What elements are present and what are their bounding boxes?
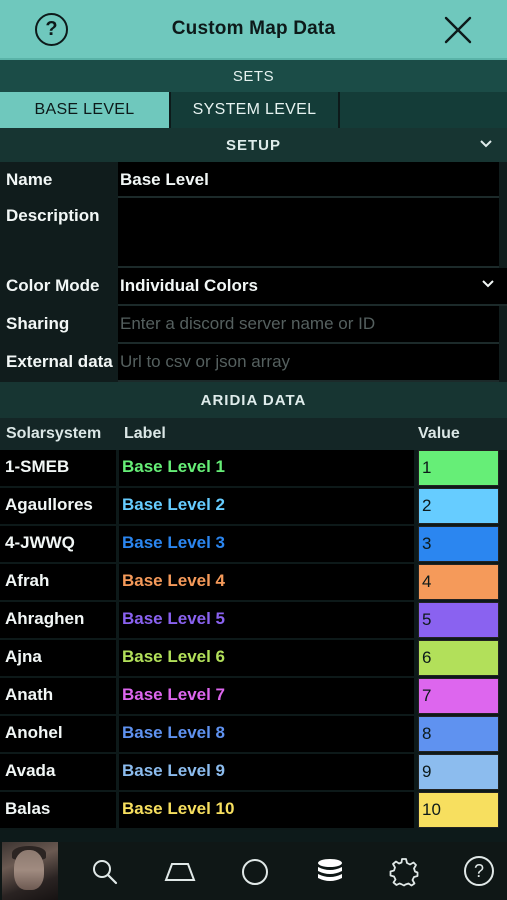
table-row[interactable]: Agaullores Base Level 22 xyxy=(0,488,507,526)
table-row[interactable]: Avada Base Level 99 xyxy=(0,754,507,792)
header-bar: ? Custom Map Data xyxy=(0,0,507,58)
set-tabs: BASE LEVEL SYSTEM LEVEL xyxy=(0,92,507,128)
label-cell[interactable]: Base Level 6 xyxy=(119,640,414,676)
value-cell[interactable]: 3 xyxy=(418,526,499,562)
data-section-header: ARIDIA DATA xyxy=(0,382,507,418)
circle-icon[interactable] xyxy=(240,857,270,887)
color-mode-label: Color Mode xyxy=(6,276,100,295)
value-cell[interactable]: 8 xyxy=(418,716,499,752)
data-table: 1-SMEB Base Level 1 1 Agaullores Base Level … xyxy=(0,450,507,830)
external-data-input[interactable]: Url to csv or json array xyxy=(118,344,499,382)
label-cell[interactable]: Base Level 8 xyxy=(119,716,414,752)
settings-gear-icon[interactable] xyxy=(389,857,419,887)
help-button[interactable]: ? xyxy=(35,13,68,46)
close-icon[interactable] xyxy=(442,14,474,46)
solarsystem-cell: 1-SMEB xyxy=(0,450,116,486)
solarsystem-cell: Avada xyxy=(0,754,116,790)
color-mode-row: Color Mode Individual Colors xyxy=(0,268,507,306)
label-cell[interactable]: Base Level 9 xyxy=(119,754,414,790)
chevron-down-icon[interactable] xyxy=(479,137,493,151)
search-icon[interactable] xyxy=(90,857,120,887)
avatar[interactable] xyxy=(2,842,58,900)
chevron-down-icon xyxy=(482,280,494,288)
description-label: Description xyxy=(6,206,100,225)
tab-system-level[interactable]: SYSTEM LEVEL xyxy=(171,92,340,128)
map-view-icon[interactable] xyxy=(164,857,196,887)
description-row: Description xyxy=(0,198,507,268)
table-row[interactable]: Afrah Base Level 44 xyxy=(0,564,507,602)
database-icon[interactable] xyxy=(315,857,345,887)
help-icon: ? xyxy=(45,18,58,40)
color-mode-select[interactable]: Individual Colors xyxy=(118,268,507,306)
label-cell[interactable]: Base Level 3 xyxy=(119,526,414,562)
sharing-input[interactable]: Enter a discord server name or ID xyxy=(118,306,499,344)
external-data-label: External data xyxy=(6,352,113,371)
value-cell[interactable]: 2 xyxy=(418,488,499,524)
tab-base-level[interactable]: BASE LEVEL xyxy=(0,92,171,128)
value-cell[interactable]: 4 xyxy=(418,564,499,600)
sharing-label: Sharing xyxy=(6,314,70,333)
name-row: Name Base Level xyxy=(0,162,507,198)
table-row[interactable]: Anath Base Level 77 xyxy=(0,678,507,716)
table-row[interactable]: Anohel Base Level 88 xyxy=(0,716,507,754)
table-row[interactable]: 4-JWWQ Base Level 33 xyxy=(0,526,507,564)
solarsystem-cell: Anath xyxy=(0,678,116,714)
page-title: Custom Map Data xyxy=(171,18,336,39)
help-icon[interactable]: ? xyxy=(464,856,494,886)
solarsystem-cell: Ajna xyxy=(0,640,116,676)
table-row[interactable]: Ahraghen Base Level 55 xyxy=(0,602,507,640)
value-cell[interactable]: 10 xyxy=(418,792,499,828)
solarsystem-cell: Anohel xyxy=(0,716,116,752)
color-mode-value: Individual Colors xyxy=(120,276,258,295)
solarsystem-cell: 4-JWWQ xyxy=(0,526,116,562)
label-cell[interactable]: Base Level 10 xyxy=(119,792,414,828)
bottom-navigation: ? xyxy=(0,842,507,900)
table-header: Solarsystem Label Value xyxy=(0,418,507,450)
name-field[interactable]: Base Level xyxy=(118,162,499,198)
table-row[interactable]: Ajna Base Level 66 xyxy=(0,640,507,678)
value-cell[interactable]: 9 xyxy=(418,754,499,790)
label-cell[interactable]: Base Level 7 xyxy=(119,678,414,714)
name-label: Name xyxy=(6,170,53,189)
value-cell[interactable]: 1 xyxy=(418,450,499,486)
value-cell[interactable]: 7 xyxy=(418,678,499,714)
value-cell[interactable]: 5 xyxy=(418,602,499,638)
solarsystem-cell: Balas xyxy=(0,792,116,828)
label-cell[interactable]: Base Level 1 xyxy=(119,450,414,486)
setup-section-header[interactable]: SETUP xyxy=(0,128,507,162)
label-cell[interactable]: Base Level 2 xyxy=(119,488,414,524)
setup-title: SETUP xyxy=(225,136,281,154)
solarsystem-cell: Ahraghen xyxy=(0,602,116,638)
solarsystem-cell: Agaullores xyxy=(0,488,116,524)
tab-empty[interactable] xyxy=(340,92,507,128)
value-cell[interactable]: 6 xyxy=(418,640,499,676)
description-field[interactable] xyxy=(118,198,499,268)
table-row[interactable]: Balas Base Level 10 10 xyxy=(0,792,507,830)
data-section-title: ARIDIA DATA xyxy=(200,391,307,409)
column-header-value: Value xyxy=(418,425,460,442)
label-cell[interactable]: Base Level 4 xyxy=(119,564,414,600)
sharing-row: Sharing Enter a discord server name or I… xyxy=(0,306,507,344)
external-data-row: External data Url to csv or json array xyxy=(0,344,507,382)
label-cell[interactable]: Base Level 5 xyxy=(119,602,414,638)
column-header-label: Label xyxy=(124,425,166,442)
solarsystem-cell: Afrah xyxy=(0,564,116,600)
column-header-solarsystem: Solarsystem xyxy=(6,425,102,442)
table-row[interactable]: 1-SMEB Base Level 11 xyxy=(0,450,507,488)
sets-header: SETS xyxy=(0,58,507,92)
